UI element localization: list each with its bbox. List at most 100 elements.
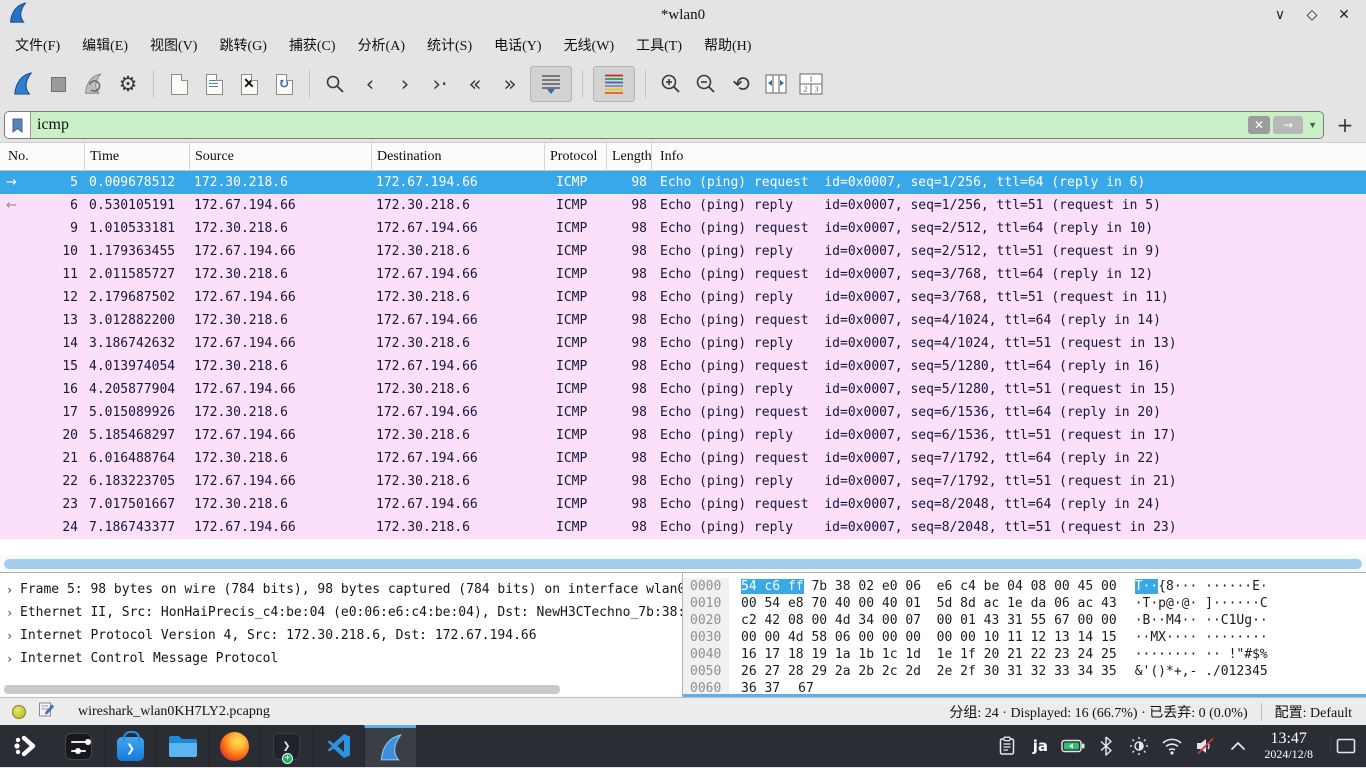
hex-row[interactable]: 000054 c6 ff 7b 38 02 e0 06 e6 c4 be 04 … — [683, 578, 1366, 595]
hex-bytes[interactable]: 54 c6 ff 7b 38 02 e0 06 e6 c4 be 04 08 0… — [729, 578, 1117, 595]
find-packet-button[interactable] — [320, 66, 350, 102]
close-file-button[interactable]: ✕ — [234, 66, 264, 102]
clear-filter-button[interactable]: ✕ — [1248, 116, 1270, 134]
column-header-info[interactable]: Info — [652, 143, 1366, 170]
column-header-destination[interactable]: Destination — [372, 143, 545, 170]
column-header-source[interactable]: Source — [190, 143, 372, 170]
auto-scroll-toggle[interactable] — [530, 66, 572, 102]
packet-row[interactable]: 247.186743377172.67.194.66172.30.218.6IC… — [0, 516, 1366, 539]
hex-bytes[interactable]: c2 42 08 00 4d 34 00 07 00 01 43 31 55 6… — [729, 612, 1117, 629]
bluetooth-tray-button[interactable] — [1093, 732, 1119, 760]
input-method-indicator[interactable]: ja — [1027, 732, 1053, 760]
save-file-button[interactable] — [199, 66, 229, 102]
app-store-button[interactable]: ❯ — [104, 725, 156, 767]
clock[interactable]: 13:47 2024/12/8 — [1264, 731, 1313, 760]
hex-bytes[interactable]: 00 54 e8 70 40 00 40 01 5d 8d ac 1e da 0… — [729, 595, 1117, 612]
packet-row[interactable]: 143.186742632172.67.194.66172.30.218.6IC… — [0, 332, 1366, 355]
minimize-button[interactable]: ∨ — [1264, 0, 1296, 30]
show-desktop-button[interactable] — [1330, 738, 1360, 754]
bytes-hscrollbar[interactable] — [683, 694, 1366, 697]
hex-ascii[interactable]: T··{8··· ······E· — [1117, 578, 1366, 595]
clipboard-tray-button[interactable] — [994, 732, 1020, 760]
column-header-no[interactable]: No. — [0, 143, 85, 170]
display-filter-input[interactable] — [31, 116, 1248, 134]
menu-item-5[interactable]: 分析(A) — [347, 32, 416, 58]
file-manager-button[interactable] — [156, 725, 208, 767]
launcher-button[interactable] — [0, 725, 52, 767]
battery-tray-button[interactable] — [1060, 732, 1086, 760]
menu-item-10[interactable]: 帮助(H) — [693, 32, 762, 58]
detail-line[interactable]: ›Frame 5: 98 bytes on wire (784 bits), 9… — [0, 578, 682, 601]
packet-row[interactable]: 237.017501667172.30.218.6172.67.194.66IC… — [0, 493, 1366, 516]
brightness-tray-button[interactable] — [1126, 732, 1152, 760]
wireshark-taskbar-button[interactable] — [364, 725, 416, 767]
filter-bookmark-button[interactable] — [5, 112, 31, 138]
menu-item-3[interactable]: 跳转(G) — [208, 32, 277, 58]
layout-button[interactable]: 1 2 3 — [796, 66, 826, 102]
close-button[interactable]: ✕ — [1328, 0, 1360, 30]
column-header-time[interactable]: Time — [85, 143, 190, 170]
hex-row[interactable]: 001000 54 e8 70 40 00 40 01 5d 8d ac 1e … — [683, 595, 1366, 612]
hex-row[interactable]: 004016 17 18 19 1a 1b 1c 1d 1e 1f 20 21 … — [683, 646, 1366, 663]
menu-item-7[interactable]: 电话(Y) — [483, 32, 552, 58]
last-packet-button[interactable]: » — [495, 66, 525, 102]
menu-item-0[interactable]: 文件(F) — [4, 32, 71, 58]
expander-chevron-icon[interactable]: › — [6, 583, 20, 597]
first-packet-button[interactable]: « — [460, 66, 490, 102]
column-header-protocol[interactable]: Protocol — [545, 143, 607, 170]
capture-options-button[interactable]: ⚙ — [113, 66, 143, 102]
column-header-length[interactable]: Length — [607, 143, 652, 170]
stop-capture-button[interactable] — [43, 66, 73, 102]
maximize-button[interactable]: ◇ — [1296, 0, 1328, 30]
open-file-button[interactable] — [164, 66, 194, 102]
detail-hscrollbar-thumb[interactable] — [4, 685, 560, 694]
add-filter-button-plus[interactable]: + — [1332, 113, 1358, 137]
terminal-button[interactable]: ❯+ — [260, 725, 312, 767]
hex-bytes[interactable]: 16 17 18 19 1a 1b 1c 1d 1e 1f 20 21 22 2… — [729, 646, 1117, 663]
detail-line[interactable]: ›Internet Control Message Protocol — [0, 647, 682, 670]
detail-line[interactable]: ›Internet Protocol Version 4, Src: 172.3… — [0, 624, 682, 647]
control-center-button[interactable] — [52, 725, 104, 767]
start-capture-button[interactable] — [8, 66, 38, 102]
menu-item-9[interactable]: 工具(T) — [625, 32, 693, 58]
menu-item-4[interactable]: 捕获(C) — [278, 32, 347, 58]
expander-chevron-icon[interactable]: › — [6, 652, 20, 666]
hex-row[interactable]: 0020c2 42 08 00 4d 34 00 07 00 01 43 31 … — [683, 612, 1366, 629]
resize-columns-button[interactable] — [761, 66, 791, 102]
hex-ascii[interactable]: ········ ·· !"#$% — [1117, 646, 1366, 663]
reload-file-button[interactable]: ↻ — [269, 66, 299, 102]
profile-label[interactable]: 配置: Default — [1275, 702, 1352, 722]
apply-filter-button[interactable]: → — [1273, 116, 1303, 134]
menu-item-6[interactable]: 统计(S) — [416, 32, 483, 58]
hex-row[interactable]: 005026 27 28 29 2a 2b 2c 2d 2e 2f 30 31 … — [683, 663, 1366, 680]
packet-row[interactable]: 164.205877904172.67.194.66172.30.218.6IC… — [0, 378, 1366, 401]
restart-capture-button[interactable] — [78, 66, 108, 102]
hex-bytes[interactable]: 26 27 28 29 2a 2b 2c 2d 2e 2f 30 31 32 3… — [729, 663, 1117, 680]
packet-row[interactable]: 91.010533181172.30.218.6172.67.194.66ICM… — [0, 217, 1366, 240]
menu-item-8[interactable]: 无线(W) — [553, 32, 626, 58]
hex-bytes[interactable]: 00 00 4d 58 06 00 00 00 00 00 10 11 12 1… — [729, 629, 1117, 646]
packet-row[interactable]: 112.011585727172.30.218.6172.67.194.66IC… — [0, 263, 1366, 286]
colorize-toggle[interactable] — [593, 66, 635, 102]
goto-packet-button[interactable]: ›· — [425, 66, 455, 102]
expert-info-button[interactable] — [12, 705, 26, 719]
hex-ascii[interactable]: ·B··M4·· ··C1Ug·· — [1117, 612, 1366, 629]
packet-row[interactable]: 226.183223705172.67.194.66172.30.218.6IC… — [0, 470, 1366, 493]
volume-muted-tray-button[interactable] — [1192, 732, 1218, 760]
expander-chevron-icon[interactable]: › — [6, 606, 20, 620]
filter-dropdown-caret[interactable]: ▼ — [1306, 120, 1319, 130]
detail-line[interactable]: ›Ethernet II, Src: HonHaiPrecis_c4:be:04… — [0, 601, 682, 624]
packet-row[interactable]: 205.185468297172.67.194.66172.30.218.6IC… — [0, 424, 1366, 447]
next-packet-button[interactable]: › — [390, 66, 420, 102]
zoom-out-button[interactable] — [691, 66, 721, 102]
wifi-tray-button[interactable] — [1159, 732, 1185, 760]
hex-ascii[interactable]: ·T·p@·@· ]······C — [1117, 595, 1366, 612]
vscode-button[interactable] — [312, 725, 364, 767]
hex-row[interactable]: 003000 00 4d 58 06 00 00 00 00 00 10 11 … — [683, 629, 1366, 646]
packet-row[interactable]: 101.179363455172.67.194.66172.30.218.6IC… — [0, 240, 1366, 263]
menu-item-2[interactable]: 视图(V) — [139, 32, 208, 58]
packet-row[interactable]: 5→0.009678512172.30.218.6172.67.194.66IC… — [0, 171, 1366, 194]
expander-chevron-icon[interactable]: › — [6, 629, 20, 643]
packet-row[interactable]: 216.016488764172.30.218.6172.67.194.66IC… — [0, 447, 1366, 470]
normal-size-button[interactable]: ⟲ — [726, 66, 756, 102]
